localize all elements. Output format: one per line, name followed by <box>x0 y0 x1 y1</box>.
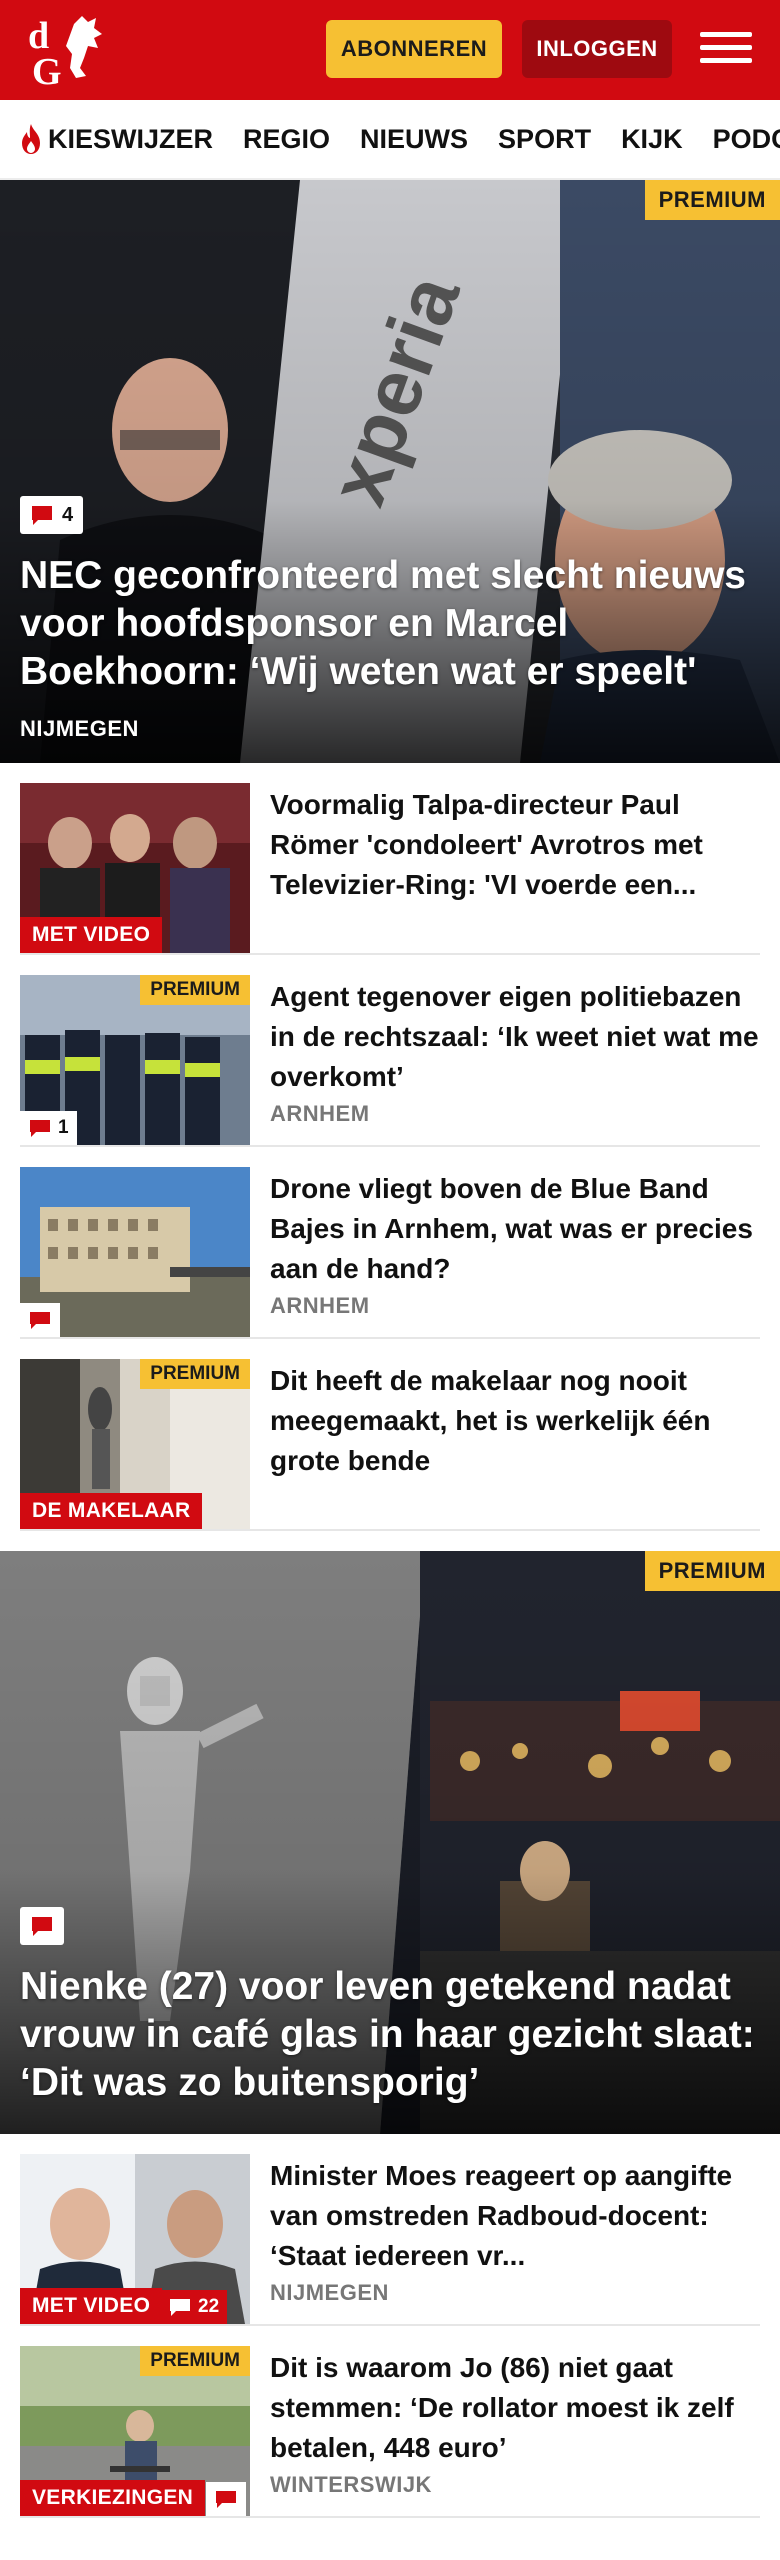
list-item[interactable]: MET VIDEO 22 Minister Moes reageert op a… <box>20 2134 760 2326</box>
subscribe-button[interactable]: ABONNEREN <box>326 20 502 78</box>
article-headline[interactable]: Drone vliegt boven de Blue Band Bajes in… <box>270 1169 760 1289</box>
nav-label: PODCAS <box>712 123 780 154</box>
nav-item-kieswijzer[interactable]: KIESWIJZER <box>18 123 213 155</box>
list-item[interactable]: PREMIUM 1 Agent tegenover eigen politieb… <box>20 955 760 1147</box>
nav-item-sport[interactable]: SPORT <box>498 124 591 155</box>
article-thumbnail: PREMIUM 1 <box>20 975 250 1145</box>
comment-icon <box>30 1312 50 1329</box>
nav-item-podcast[interactable]: PODCAS <box>713 124 780 155</box>
premium-badge: PREMIUM <box>140 1359 250 1389</box>
section-label: DE MAKELAAR <box>20 1493 203 1529</box>
section-nav: KIESWIJZER REGIO NIEUWS SPORT KIJK PODCA… <box>0 100 780 180</box>
article-headline[interactable]: Minister Moes reageert op aangifte van o… <box>270 2156 760 2276</box>
article-thumbnail: MET VIDEO 22 <box>20 2154 250 2324</box>
list-item[interactable]: PREMIUM DE MAKELAAR Dit heeft de makelaa… <box>20 1339 760 1531</box>
article-thumbnail: PREMIUM VERKIEZINGEN <box>20 2346 250 2516</box>
article-headline[interactable]: Agent tegenover eigen politieba­zen in d… <box>270 977 760 1097</box>
article-region: ARNHEM <box>270 1101 370 1126</box>
premium-badge: PREMIUM <box>644 1551 780 1591</box>
nav-label: REGIO <box>243 123 331 154</box>
nav-item-regio[interactable]: REGIO <box>243 124 330 155</box>
comment-count-value: 4 <box>62 503 74 526</box>
article-region: NIJMEGEN <box>270 2280 389 2305</box>
list-item[interactable]: Drone vliegt boven de Blue Band Bajes in… <box>20 1147 760 1339</box>
nav-label: KIESWIJZER <box>48 123 214 154</box>
comment-icon <box>32 506 52 525</box>
premium-badge: PREMIUM <box>140 975 250 1005</box>
flame-icon <box>22 124 40 154</box>
hamburger-menu-icon[interactable] <box>700 24 752 74</box>
comment-count[interactable] <box>20 1907 64 1945</box>
article-thumbnail: MET VIDEO <box>20 783 250 953</box>
video-label: MET VIDEO <box>20 2288 163 2324</box>
comment-count[interactable]: 1 <box>20 1111 77 1145</box>
comment-count[interactable] <box>20 1303 60 1337</box>
comment-count-value: 22 <box>198 2296 220 2317</box>
section-label: VERKIEZINGEN <box>20 2480 206 2516</box>
comment-icon <box>170 2299 190 2316</box>
nav-item-nieuws[interactable]: NIEUWS <box>360 124 468 155</box>
svg-text:G: G <box>32 51 62 90</box>
top-header: d G ABONNEREN INLOGGEN <box>0 0 780 100</box>
hero-headline[interactable]: NEC geconfronteerd met slecht nieuws voo… <box>20 552 760 696</box>
comment-icon <box>216 2491 236 2508</box>
list-item[interactable]: PREMIUM VERKIEZINGEN Dit is waarom Jo (8… <box>20 2326 760 2518</box>
nav-item-kijk[interactable]: KIJK <box>621 124 683 155</box>
article-thumbnail <box>20 1167 250 1337</box>
nav-label: KIJK <box>621 123 683 154</box>
premium-badge: PREMIUM <box>140 2346 250 2376</box>
article-headline[interactable]: Dit is waarom Jo (86) niet gaat stemmen:… <box>270 2348 760 2468</box>
comment-count[interactable] <box>206 2482 246 2516</box>
login-button[interactable]: INLOGGEN <box>522 20 672 78</box>
article-region: ARNHEM <box>270 1293 370 1318</box>
article-thumbnail: PREMIUM DE MAKELAAR <box>20 1359 250 1529</box>
hero-article-nec[interactable]: xperia PREMIUM 4 NEC geconfronteerd met … <box>0 180 780 763</box>
hero-article-nienke[interactable]: PREMIUM Nienke (27) voor leven getekend … <box>0 1551 780 2134</box>
comment-count[interactable]: 22 <box>160 2290 228 2324</box>
comment-icon <box>30 1120 50 1137</box>
site-logo[interactable]: d G <box>24 10 114 90</box>
premium-badge: PREMIUM <box>644 180 780 220</box>
comment-icon <box>32 1917 52 1936</box>
nav-label: SPORT <box>498 123 592 154</box>
article-headline[interactable]: Dit heeft de makelaar nog nooit meegemaa… <box>270 1361 760 1481</box>
video-label: MET VIDEO <box>20 917 163 953</box>
article-region: WINTERSWIJK <box>270 2472 432 2497</box>
article-headline[interactable]: Voormalig Talpa-directeur Paul Römer 'co… <box>270 785 760 905</box>
video-label-text: MET VIDEO <box>32 2294 151 2317</box>
nav-label: NIEUWS <box>360 123 469 154</box>
comment-count[interactable]: 4 <box>20 496 84 534</box>
list-item[interactable]: MET VIDEO Voormalig Talpa-directeur Paul… <box>20 763 760 955</box>
hero-headline[interactable]: Nienke (27) voor leven getekend nadat vr… <box>20 1963 760 2107</box>
comment-count-value: 1 <box>58 1117 69 1138</box>
